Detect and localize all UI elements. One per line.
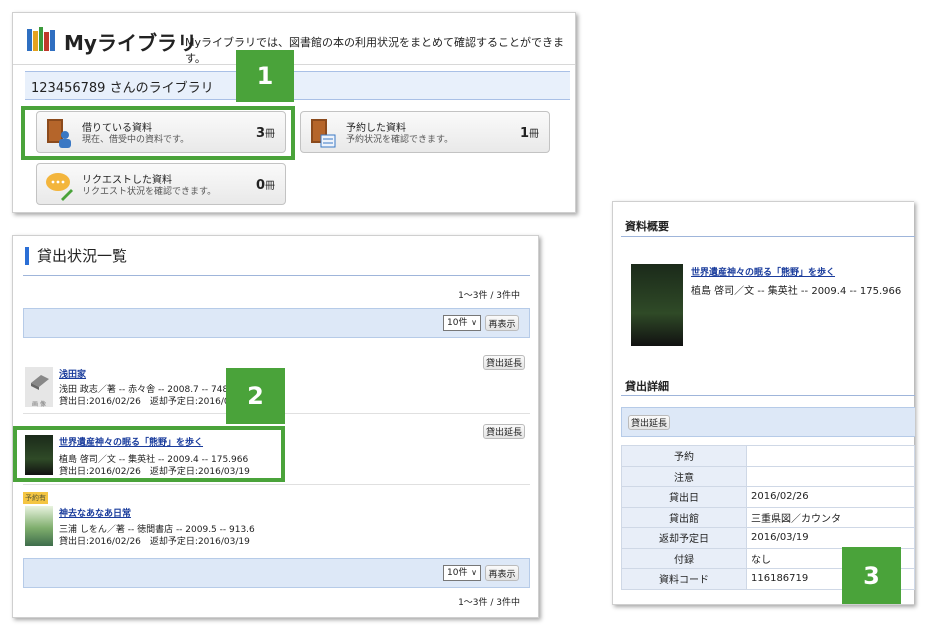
mylibrary-header: Myライブラリ Myライブラリでは、図書館の本の利用状況をまとめて確認することが… <box>13 13 575 65</box>
card-desc: 予約状況を確認できます。 <box>346 135 454 145</box>
divider <box>621 395 915 396</box>
reserved-books-icon <box>311 119 336 148</box>
summary-heading: 資料概要 <box>625 220 669 233</box>
detail-meta: 植島 啓司／文 -- 集英社 -- 2009.4 -- 175.966 <box>691 286 902 297</box>
redisplay-button[interactable]: 再表示 <box>485 315 519 331</box>
per-page-select[interactable]: 10件 <box>443 565 481 581</box>
pager-bar-top: 10件 再表示 <box>23 308 530 338</box>
reserved-tag: 予約有 <box>23 492 48 504</box>
book-placeholder-icon <box>31 375 49 390</box>
table-row: 貸出日 2016/02/26 <box>621 486 915 508</box>
book-title-link[interactable]: 浅田家 <box>59 367 86 380</box>
page-title: Myライブラリ <box>64 31 197 55</box>
detail-panel: 資料概要 世界遺産神々の眠る「熊野」を歩く 植島 啓司／文 -- 集英社 -- … <box>612 201 915 605</box>
request-speech-icon <box>46 173 73 201</box>
highlight-loan-item <box>13 426 285 482</box>
extend-bar: 貸出延長 <box>621 407 915 437</box>
loan-dates: 貸出日:2016/02/26 返却予定日:2016/03/19 <box>59 537 250 547</box>
table-row: 返却予定日 2016/03/19 <box>621 527 915 549</box>
extend-button[interactable]: 貸出延長 <box>628 415 670 430</box>
per-page-select[interactable]: 10件 <box>443 315 481 331</box>
highlight-borrowed <box>21 106 295 160</box>
card-count: 0冊 <box>255 178 275 193</box>
divider <box>621 236 915 237</box>
reserved-card[interactable]: 予約した資料 予約状況を確認できます。 1冊 <box>300 111 550 153</box>
pager-bar-bottom: 10件 再表示 <box>23 558 530 588</box>
book-thumbnail <box>25 506 53 546</box>
result-range: 1～3件 / 3件中 <box>458 598 520 608</box>
loan-list-title: 貸出状況一覧 <box>25 247 127 265</box>
table-row: 注意 <box>621 465 915 487</box>
table-row: 予約 <box>621 445 915 467</box>
user-library-label: 123456789 さんのライブラリ <box>31 81 214 96</box>
book-title-link[interactable]: 神去なあなあ日常 <box>59 506 131 519</box>
divider <box>23 484 530 485</box>
loan-dates: 貸出日:2016/02/26 返却予定日:2016/03/19 <box>59 397 250 407</box>
loan-detail-heading: 貸出詳細 <box>625 380 669 393</box>
card-desc: リクエスト状況を確認できます。 <box>82 187 217 197</box>
step-badge-3: 3 <box>842 547 901 604</box>
library-books-icon <box>27 27 55 51</box>
redisplay-button[interactable]: 再表示 <box>485 565 519 581</box>
thumb-label: 画 像 <box>32 401 46 408</box>
table-row: 貸出館 三重県図／カウンタ <box>621 506 915 528</box>
detail-title-link[interactable]: 世界遺産神々の眠る「熊野」を歩く <box>691 265 835 278</box>
request-card[interactable]: リクエストした資料 リクエスト状況を確認できます。 0冊 <box>36 163 286 205</box>
step-badge-1: 1 <box>236 50 294 102</box>
result-range: 1～3件 / 3件中 <box>458 291 520 301</box>
extend-button[interactable]: 貸出延長 <box>483 355 525 370</box>
extend-button[interactable]: 貸出延長 <box>483 424 525 439</box>
divider <box>23 275 530 276</box>
book-cover <box>631 264 683 346</box>
book-thumbnail: 画 像 <box>25 367 53 408</box>
card-count: 1冊 <box>519 126 539 141</box>
step-badge-2: 2 <box>226 368 285 424</box>
